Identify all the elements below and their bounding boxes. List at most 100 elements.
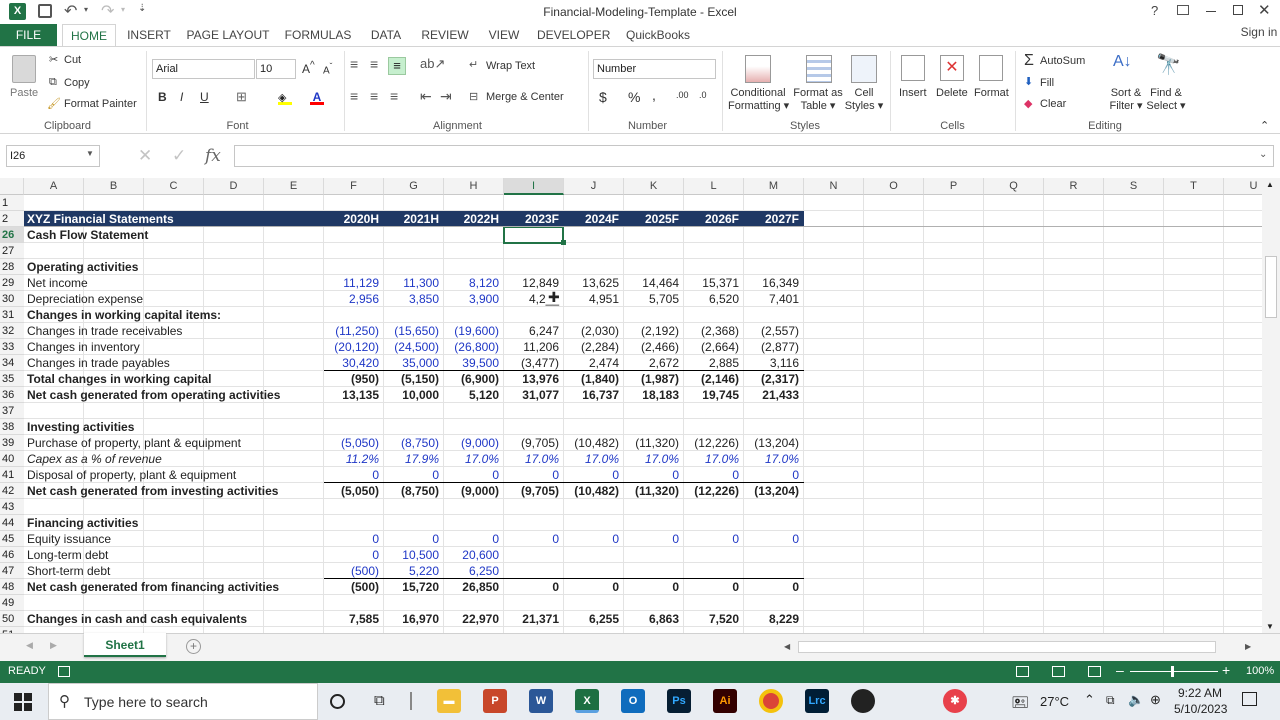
data-cell[interactable]: (9,705) bbox=[504, 435, 564, 451]
clock-time[interactable]: 9:22 AM bbox=[1178, 686, 1222, 700]
hscroll-left-icon[interactable]: ◀ bbox=[784, 642, 790, 651]
italic-button[interactable]: I bbox=[180, 90, 183, 104]
data-cell[interactable]: 26,850 bbox=[444, 579, 504, 595]
fill-button[interactable]: Fill bbox=[1040, 77, 1054, 89]
align-center-icon[interactable]: ≡ bbox=[370, 88, 378, 104]
data-cell[interactable]: 0 bbox=[384, 467, 444, 483]
file-explorer-icon[interactable]: ▬ bbox=[437, 689, 461, 713]
row-header[interactable]: 48 bbox=[0, 579, 24, 595]
data-cell[interactable]: 15,720 bbox=[384, 579, 444, 595]
data-cell[interactable]: (2,664) bbox=[684, 339, 744, 355]
vscroll-down-icon[interactable]: ▼ bbox=[1266, 622, 1274, 631]
align-middle-icon[interactable]: ≡ bbox=[370, 56, 378, 72]
tab-home[interactable]: HOME bbox=[62, 24, 116, 46]
data-cell[interactable]: 13,625 bbox=[564, 275, 624, 291]
data-cell[interactable]: (12,226) bbox=[684, 483, 744, 499]
tab-page-layout[interactable]: PAGE LAYOUT bbox=[186, 24, 270, 46]
save-icon[interactable] bbox=[38, 4, 52, 18]
data-cell[interactable]: (6,900) bbox=[444, 371, 504, 387]
data-cell[interactable]: 6,255 bbox=[564, 611, 624, 627]
row-header[interactable]: 2 bbox=[0, 211, 24, 227]
font-size-select[interactable]: 10 bbox=[256, 59, 296, 79]
row-label[interactable]: Changes in cash and cash equivalents bbox=[27, 611, 247, 627]
word-icon[interactable]: W bbox=[529, 689, 553, 713]
ribbon-display-icon[interactable] bbox=[1177, 5, 1189, 15]
column-header-c[interactable]: C bbox=[144, 178, 204, 195]
year-header[interactable]: 2023F bbox=[504, 211, 564, 227]
font-color-icon[interactable]: A bbox=[310, 90, 324, 105]
format-painter-button[interactable]: Format Painter bbox=[64, 98, 137, 110]
column-header-o[interactable]: O bbox=[864, 178, 924, 195]
data-cell[interactable]: (11,320) bbox=[624, 435, 684, 451]
column-header-r[interactable]: R bbox=[1044, 178, 1104, 195]
data-cell[interactable]: 0 bbox=[744, 579, 804, 595]
data-cell[interactable]: 3,900 bbox=[444, 291, 504, 307]
data-cell[interactable]: 5,220 bbox=[384, 563, 444, 579]
tray-chevron-icon[interactable]: ⌃ bbox=[1084, 692, 1095, 708]
row-header[interactable]: 36 bbox=[0, 387, 24, 403]
temperature[interactable]: 27°C bbox=[1040, 694, 1069, 709]
column-header-q[interactable]: Q bbox=[984, 178, 1044, 195]
conditional-formatting-icon[interactable] bbox=[745, 55, 771, 83]
obs-icon[interactable] bbox=[851, 689, 875, 713]
data-cell[interactable]: 3,850 bbox=[384, 291, 444, 307]
data-cell[interactable]: 3,116 bbox=[744, 355, 804, 371]
comma-button[interactable]: , bbox=[652, 87, 656, 103]
row-header[interactable]: 28 bbox=[0, 259, 24, 275]
data-cell[interactable]: 0 bbox=[324, 467, 384, 483]
delete-cells-button[interactable]: Delete bbox=[936, 87, 968, 99]
row-label[interactable]: Total changes in working capital bbox=[27, 371, 211, 387]
row-header[interactable]: 45 bbox=[0, 531, 24, 547]
format-painter-icon[interactable]: 🖌 bbox=[47, 97, 61, 110]
percent-button[interactable]: % bbox=[628, 89, 640, 105]
data-cell[interactable] bbox=[744, 563, 804, 579]
decrease-indent-icon[interactable]: ⇤ bbox=[420, 88, 432, 105]
row-header[interactable]: 42 bbox=[0, 483, 24, 499]
cut-button[interactable]: Cut bbox=[64, 54, 81, 66]
row-label[interactable]: Net cash generated from investing activi… bbox=[27, 483, 278, 499]
row-header[interactable]: 38 bbox=[0, 419, 24, 435]
paste-button[interactable]: Paste bbox=[10, 87, 38, 99]
data-cell[interactable]: (8,750) bbox=[384, 483, 444, 499]
row-header[interactable]: 37 bbox=[0, 403, 24, 419]
data-cell[interactable]: 0 bbox=[384, 531, 444, 547]
minimize-button[interactable] bbox=[1206, 11, 1216, 12]
align-top-icon[interactable]: ≡ bbox=[350, 56, 358, 72]
page-break-view-icon[interactable] bbox=[1088, 666, 1101, 677]
row-label[interactable]: Changes in trade payables bbox=[27, 355, 170, 371]
column-header-a[interactable]: A bbox=[24, 178, 84, 195]
illustrator-icon[interactable]: Ai bbox=[713, 689, 737, 713]
row-header[interactable]: 49 bbox=[0, 595, 24, 611]
data-cell[interactable]: 2,956 bbox=[324, 291, 384, 307]
lightroom-icon[interactable]: Lrc bbox=[805, 689, 829, 713]
active-cell-selection[interactable] bbox=[503, 226, 564, 244]
data-cell[interactable]: (2,030) bbox=[564, 323, 624, 339]
clear-icon[interactable]: ◆ bbox=[1024, 97, 1032, 110]
data-cell[interactable]: 0 bbox=[564, 579, 624, 595]
data-cell[interactable]: 7,585 bbox=[324, 611, 384, 627]
data-cell[interactable]: 5,120 bbox=[444, 387, 504, 403]
data-cell[interactable] bbox=[684, 563, 744, 579]
data-cell[interactable]: 17.0% bbox=[744, 451, 804, 467]
zoom-out-icon[interactable]: – bbox=[1116, 662, 1124, 678]
sort-filter-button[interactable]: Sort & Filter ▾ bbox=[1106, 87, 1146, 112]
row-label[interactable]: Depreciation expense bbox=[27, 291, 143, 307]
tab-quickbooks[interactable]: QuickBooks bbox=[622, 24, 694, 46]
data-cell[interactable]: 6,520 bbox=[684, 291, 744, 307]
row-header[interactable]: 47 bbox=[0, 563, 24, 579]
data-cell[interactable]: (2,557) bbox=[744, 323, 804, 339]
data-cell[interactable]: (500) bbox=[324, 579, 384, 595]
undo-icon[interactable]: ↶ bbox=[64, 1, 77, 21]
column-header-s[interactable]: S bbox=[1104, 178, 1164, 195]
data-cell[interactable]: 18,183 bbox=[624, 387, 684, 403]
tab-view[interactable]: VIEW bbox=[484, 24, 524, 46]
prev-sheet-icon[interactable]: ◀ bbox=[26, 640, 33, 651]
autosum-button[interactable]: AutoSum bbox=[1040, 55, 1085, 67]
photoshop-icon[interactable]: Ps bbox=[667, 689, 691, 713]
task-view-icon[interactable]: ⧉ bbox=[374, 692, 385, 709]
year-header[interactable]: 2024F bbox=[564, 211, 624, 227]
horizontal-scrollbar[interactable] bbox=[798, 641, 1216, 653]
row-header[interactable]: 31 bbox=[0, 307, 24, 323]
data-cell[interactable]: (500) bbox=[324, 563, 384, 579]
data-cell[interactable]: (24,500) bbox=[384, 339, 444, 355]
